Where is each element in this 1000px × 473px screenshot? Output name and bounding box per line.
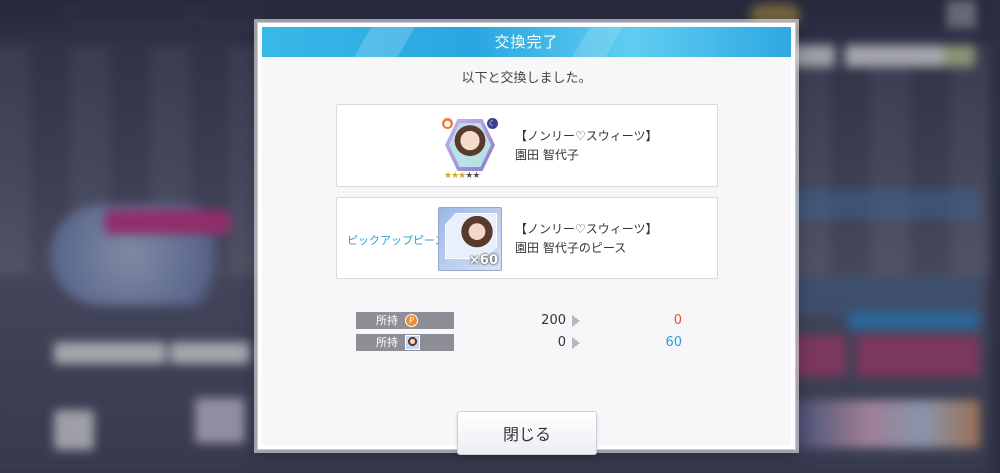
holding-after: 60 (665, 335, 682, 350)
item-text: 【ノンリー♡スウィーツ】 園田 智代子のピース (515, 220, 658, 258)
idol-face-icon (405, 335, 420, 350)
item-subname: 園田 智代子 (515, 148, 579, 162)
dialog-message: 以下と交換しました。 (461, 71, 592, 86)
holding-before: 200 (541, 313, 566, 328)
holding-label: 所持 (356, 334, 454, 351)
exchanged-item-card: ● ☾ ★★★★★ 【ノンリー♡スウィーツ】 園田 智代子 (336, 104, 718, 187)
close-button[interactable]: 閉じる (457, 411, 597, 455)
exchange-complete-dialog: 交換完了 以下と交換しました。 ● ☾ ★★★★★ 【ノンリー♡スウィーツ】 園… (257, 22, 796, 455)
holding-row: 所持 0 60 (356, 334, 686, 351)
pickup-piece-tag: ピックアップピース (347, 234, 446, 247)
idol-card-icon: ● ☾ ★★★★★ (441, 117, 499, 181)
holding-row: 所持 P 200 0 (356, 312, 686, 329)
star-icon: ★ (472, 171, 480, 181)
holding-after: 0 (673, 313, 682, 328)
attribute-icon: ● (441, 117, 454, 130)
item-name: 【ノンリー♡スウィーツ】 (515, 129, 658, 143)
p-coin-icon: P (405, 314, 418, 327)
exchanged-item-card: ピックアップピース ×60 【ノンリー♡スウィーツ】 園田 智代子のピース (336, 197, 718, 279)
item-text: 【ノンリー♡スウィーツ】 園田 智代子 (515, 127, 658, 165)
rarity-stars: ★★★★★ (444, 171, 500, 181)
item-subname: 園田 智代子のピース (515, 241, 627, 255)
dialog-title: 交換完了 (494, 33, 559, 51)
dialog-body: 以下と交換しました。 ● ☾ ★★★★★ 【ノンリー♡スウィーツ】 園田 智代子… (262, 57, 791, 455)
piece-count: ×60 (469, 253, 498, 268)
dialog-header: 交換完了 (262, 27, 791, 57)
arrow-right-icon (572, 315, 580, 327)
item-name: 【ノンリー♡スウィーツ】 (515, 222, 658, 236)
holding-label: 所持 P (356, 312, 454, 329)
piece-icon: ×60 (438, 207, 502, 271)
moon-icon: ☾ (486, 117, 499, 130)
arrow-right-icon (572, 337, 580, 349)
holding-before: 0 (557, 335, 566, 350)
